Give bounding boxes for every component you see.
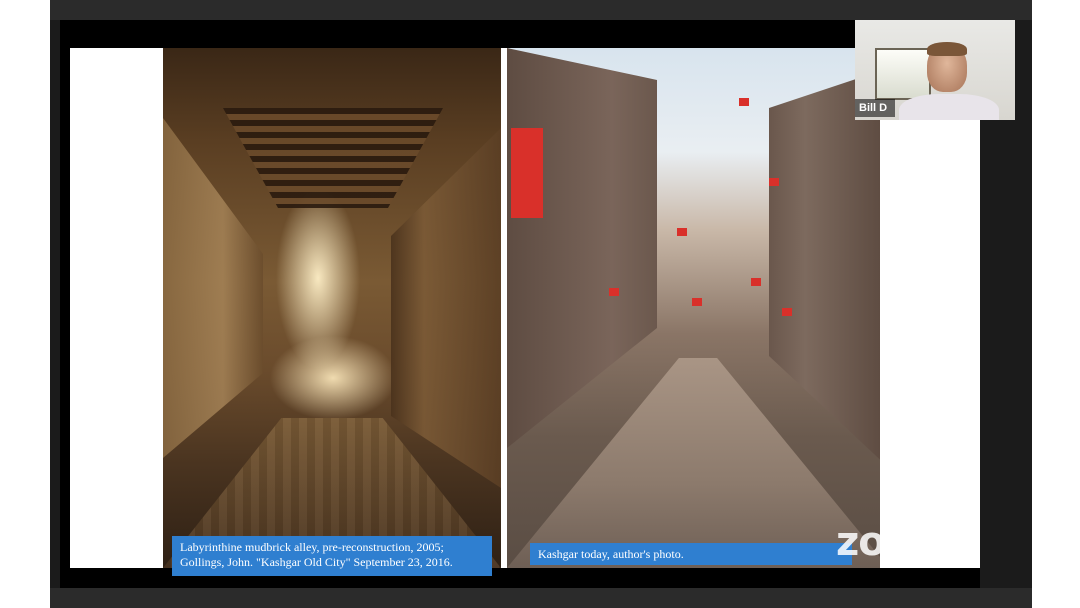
building-left xyxy=(507,48,657,448)
participant-shirt xyxy=(899,94,999,120)
right-photo-caption: Kashgar today, author's photo. xyxy=(530,543,852,565)
flag-icon xyxy=(692,298,702,306)
side-panel-blank xyxy=(880,120,980,568)
mudbrick-wall-left xyxy=(163,118,263,458)
building-right xyxy=(769,68,889,468)
screen-share-area: Labyrinthine mudbrick alley, pre-reconst… xyxy=(60,20,980,588)
wooden-ceiling-beams xyxy=(223,108,443,208)
mudbrick-wall-right xyxy=(391,128,501,488)
presentation-slide: Labyrinthine mudbrick alley, pre-reconst… xyxy=(70,48,900,576)
zoom-logo-watermark: zoom xyxy=(836,519,953,565)
participant-name-label: Bill D xyxy=(855,99,895,117)
participant-hair xyxy=(927,42,967,56)
kashgar-today-photo xyxy=(507,48,889,568)
flag-icon xyxy=(677,228,687,236)
participant-video-tile[interactable]: Bill D xyxy=(855,20,1015,120)
alley-photo-2005 xyxy=(163,48,501,568)
window-top-bar xyxy=(50,0,1032,20)
left-caption-line-2: Gollings, John. "Kashgar Old City" Septe… xyxy=(180,555,453,569)
left-photo-caption: Labyrinthine mudbrick alley, pre-reconst… xyxy=(172,536,492,576)
flag-icon xyxy=(609,288,619,296)
flag-icon xyxy=(751,278,761,286)
window-bottom-bar xyxy=(50,588,1032,608)
flag-icon xyxy=(782,308,792,316)
room-window xyxy=(875,48,931,100)
left-caption-line-1: Labyrinthine mudbrick alley, pre-reconst… xyxy=(180,540,444,554)
flag-icon xyxy=(739,98,749,106)
flag-icon xyxy=(769,178,779,186)
flag-icon xyxy=(511,128,543,218)
